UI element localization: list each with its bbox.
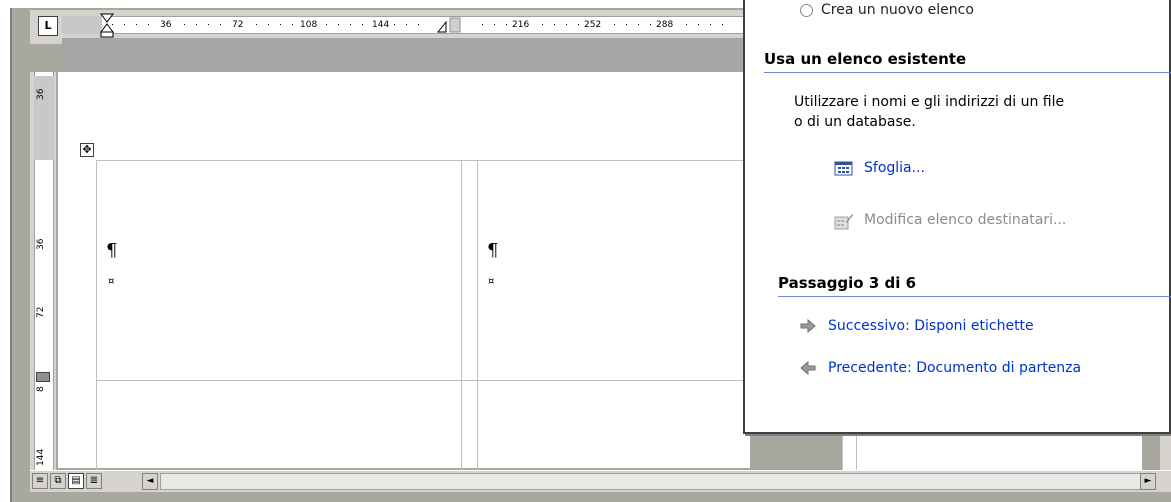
document-page[interactable]	[58, 72, 750, 468]
outline-view-button[interactable]: ≣	[86, 473, 102, 489]
end-of-cell-mark: ¤	[488, 276, 495, 287]
previous-step-link[interactable]: Precedente: Documento di partenza	[798, 360, 1081, 376]
page-top-gap	[62, 38, 752, 72]
table-move-handle-icon[interactable]: ✥	[80, 143, 94, 157]
browse-link-label[interactable]: Sfoglia...	[864, 160, 925, 176]
previous-step-label[interactable]: Precedente: Documento di partenza	[828, 360, 1081, 376]
table-border	[856, 430, 857, 470]
create-new-list-label: Crea un nuovo elenco	[821, 2, 974, 18]
table-border	[477, 160, 478, 470]
ruler-number: 36	[36, 238, 46, 250]
horizontal-scrollbar[interactable]	[160, 473, 1145, 490]
browse-link[interactable]: Sfoglia...	[834, 160, 925, 176]
create-new-list-option[interactable]: Crea un nuovo elenco	[800, 0, 974, 20]
ruler-number: 8	[36, 386, 46, 392]
ruler-number: 72	[36, 306, 46, 318]
table-border	[96, 160, 750, 161]
existing-list-heading: Usa un elenco esistente	[764, 50, 967, 68]
edit-recipient-list-label[interactable]: Modifica elenco destinatari...	[864, 212, 1066, 228]
radio-button[interactable]	[800, 3, 813, 17]
existing-list-description-line2: o di un database.	[794, 114, 916, 130]
scroll-right-button[interactable]: ►	[1140, 473, 1156, 490]
paragraph-mark[interactable]: ¶	[487, 240, 498, 261]
arrow-right-icon	[798, 318, 818, 334]
address-book-icon	[834, 160, 854, 176]
table-border	[461, 160, 462, 470]
print-layout-view-button[interactable]: ▤	[68, 473, 84, 489]
edit-list-icon	[834, 212, 854, 230]
end-of-cell-mark: ¤	[108, 276, 115, 287]
next-step-link[interactable]: Successivo: Disponi etichette	[798, 318, 1034, 334]
existing-list-description-line1: Utilizzare i nomi e gli indirizzi di un …	[794, 94, 1065, 110]
section-divider	[778, 296, 1171, 297]
table-border	[96, 380, 750, 381]
scroll-left-button[interactable]: ◄	[142, 473, 158, 490]
web-layout-view-button[interactable]: ⧉	[50, 473, 66, 489]
arrow-left-icon	[798, 360, 818, 376]
ruler-ticks	[112, 24, 723, 25]
row-marker-icon[interactable]	[36, 372, 50, 382]
edit-recipient-list-link[interactable]: Modifica elenco destinatari...	[834, 212, 1066, 230]
step-heading: Passaggio 3 di 6	[778, 274, 917, 292]
ruler-number: 144	[36, 448, 46, 466]
ruler-number: 36	[36, 88, 46, 100]
normal-view-button[interactable]: ≡	[32, 473, 48, 489]
section-divider	[764, 72, 1171, 73]
document-page-right	[842, 430, 1142, 470]
paragraph-mark[interactable]: ¶	[106, 240, 117, 261]
table-border	[96, 160, 97, 470]
next-step-label[interactable]: Successivo: Disponi etichette	[828, 318, 1034, 334]
tab-selector-button[interactable]: L	[38, 16, 58, 36]
table-border	[842, 430, 843, 470]
